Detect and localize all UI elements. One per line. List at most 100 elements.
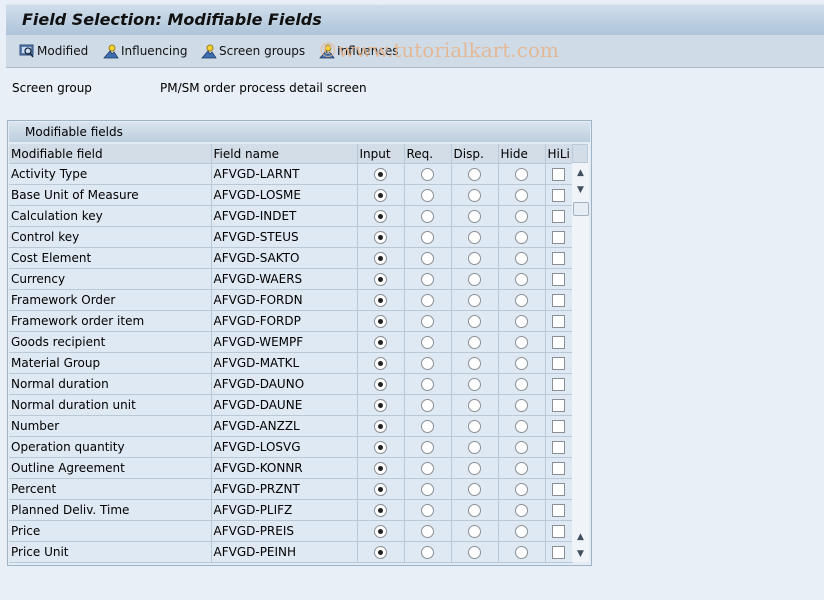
radio-hide[interactable] [515, 357, 528, 370]
radio-hide[interactable] [515, 294, 528, 307]
radio-req[interactable] [421, 294, 434, 307]
radio-input[interactable] [374, 441, 387, 454]
hili-checkbox[interactable] [552, 399, 565, 412]
radio-req[interactable] [421, 168, 434, 181]
radio-input[interactable] [374, 357, 387, 370]
radio-hide[interactable] [515, 231, 528, 244]
radio-disp[interactable] [468, 378, 481, 391]
col-modifiable-field[interactable]: Modifiable field [9, 144, 212, 164]
radio-disp[interactable] [468, 168, 481, 181]
radio-req[interactable] [421, 273, 434, 286]
hili-checkbox[interactable] [552, 462, 565, 475]
hili-checkbox[interactable] [552, 273, 565, 286]
radio-disp[interactable] [468, 357, 481, 370]
scroll-thumb[interactable] [573, 202, 589, 216]
radio-req[interactable] [421, 378, 434, 391]
hili-checkbox[interactable] [552, 210, 565, 223]
radio-hide[interactable] [515, 399, 528, 412]
hili-checkbox[interactable] [552, 231, 565, 244]
radio-disp[interactable] [468, 315, 481, 328]
radio-hide[interactable] [515, 525, 528, 538]
radio-req[interactable] [421, 525, 434, 538]
hili-checkbox[interactable] [552, 252, 565, 265]
radio-disp[interactable] [468, 210, 481, 223]
screen-groups-button[interactable]: Screen groups [201, 43, 305, 59]
radio-hide[interactable] [515, 378, 528, 391]
hili-checkbox[interactable] [552, 525, 565, 538]
radio-disp[interactable] [468, 294, 481, 307]
radio-input[interactable] [374, 189, 387, 202]
radio-hide[interactable] [515, 336, 528, 349]
col-input[interactable]: Input [357, 144, 405, 164]
radio-req[interactable] [421, 210, 434, 223]
radio-disp[interactable] [468, 483, 481, 496]
hili-checkbox[interactable] [552, 336, 565, 349]
radio-hide[interactable] [515, 420, 528, 433]
radio-hide[interactable] [515, 252, 528, 265]
radio-hide[interactable] [515, 441, 528, 454]
radio-input[interactable] [374, 504, 387, 517]
hili-checkbox[interactable] [552, 546, 565, 559]
radio-input[interactable] [374, 231, 387, 244]
radio-hide[interactable] [515, 273, 528, 286]
radio-req[interactable] [421, 315, 434, 328]
hili-checkbox[interactable] [552, 378, 565, 391]
radio-disp[interactable] [468, 441, 481, 454]
hili-checkbox[interactable] [552, 315, 565, 328]
radio-disp[interactable] [468, 420, 481, 433]
radio-disp[interactable] [468, 336, 481, 349]
radio-input[interactable] [374, 273, 387, 286]
vertical-scrollbar[interactable]: ▲ ▼ ▲ ▼ [572, 144, 589, 562]
hili-checkbox[interactable] [552, 420, 565, 433]
radio-input[interactable] [374, 525, 387, 538]
radio-disp[interactable] [468, 231, 481, 244]
radio-hide[interactable] [515, 462, 528, 475]
radio-hide[interactable] [515, 210, 528, 223]
scroll-page-up-icon[interactable]: ▲ [572, 529, 589, 545]
radio-disp[interactable] [468, 273, 481, 286]
radio-input[interactable] [374, 294, 387, 307]
radio-req[interactable] [421, 546, 434, 559]
radio-input[interactable] [374, 252, 387, 265]
radio-req[interactable] [421, 336, 434, 349]
radio-disp[interactable] [468, 399, 481, 412]
radio-req[interactable] [421, 357, 434, 370]
hili-checkbox[interactable] [552, 504, 565, 517]
modified-button[interactable]: Modified [19, 43, 88, 59]
hili-checkbox[interactable] [552, 441, 565, 454]
radio-req[interactable] [421, 462, 434, 475]
radio-hide[interactable] [515, 504, 528, 517]
radio-req[interactable] [421, 420, 434, 433]
radio-disp[interactable] [468, 546, 481, 559]
col-disp[interactable]: Disp. [451, 144, 499, 164]
radio-disp[interactable] [468, 525, 481, 538]
radio-input[interactable] [374, 378, 387, 391]
hili-checkbox[interactable] [552, 483, 565, 496]
radio-input[interactable] [374, 546, 387, 559]
radio-req[interactable] [421, 399, 434, 412]
col-field-name[interactable]: Field name [211, 144, 358, 164]
col-req[interactable]: Req. [404, 144, 452, 164]
radio-input[interactable] [374, 399, 387, 412]
radio-input[interactable] [374, 168, 387, 181]
hili-checkbox[interactable] [552, 357, 565, 370]
radio-hide[interactable] [515, 315, 528, 328]
radio-disp[interactable] [468, 462, 481, 475]
radio-req[interactable] [421, 252, 434, 265]
radio-hide[interactable] [515, 189, 528, 202]
radio-disp[interactable] [468, 189, 481, 202]
radio-hide[interactable] [515, 168, 528, 181]
scroll-down-icon[interactable]: ▼ [572, 182, 589, 198]
radio-input[interactable] [374, 483, 387, 496]
radio-req[interactable] [421, 189, 434, 202]
radio-hide[interactable] [515, 546, 528, 559]
radio-input[interactable] [374, 420, 387, 433]
radio-input[interactable] [374, 336, 387, 349]
radio-req[interactable] [421, 441, 434, 454]
hili-checkbox[interactable] [552, 294, 565, 307]
radio-req[interactable] [421, 504, 434, 517]
radio-hide[interactable] [515, 483, 528, 496]
radio-req[interactable] [421, 483, 434, 496]
radio-disp[interactable] [468, 252, 481, 265]
scroll-page-down-icon[interactable]: ▼ [572, 546, 589, 562]
